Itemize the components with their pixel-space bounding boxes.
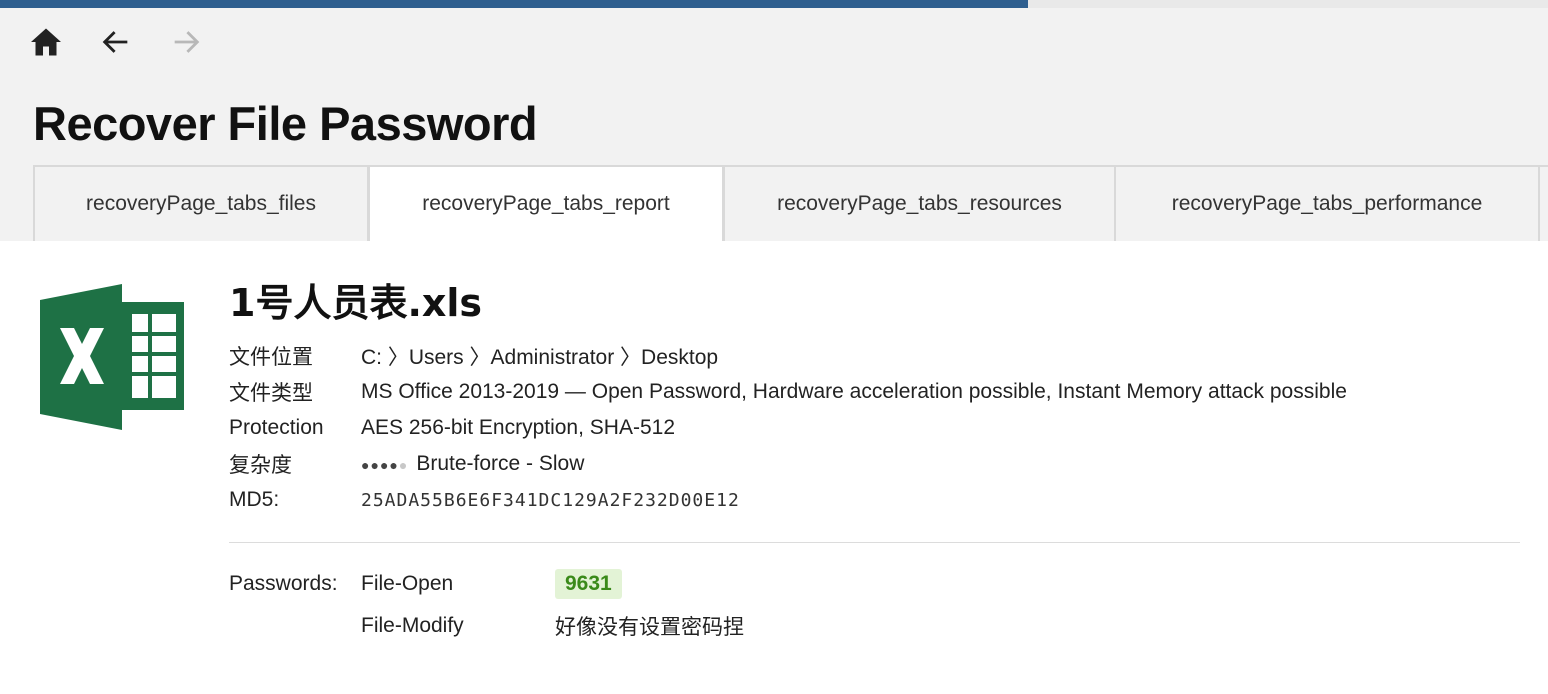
navigation-bar: [26, 22, 236, 62]
password-modify-value: 好像没有设置密码捏: [555, 615, 744, 639]
back-button[interactable]: [96, 22, 136, 62]
location-value: C: 〉Users 〉Administrator 〉Desktop: [361, 346, 719, 369]
tab-bar: recoveryPage_tabs_files recoveryPage_tab…: [0, 165, 1548, 241]
report-content: 1号人员表.xls 文件位置 C: 〉Users 〉Administrator …: [0, 241, 1548, 694]
protection-value: AES 256-bit Encryption, SHA-512: [361, 416, 675, 439]
complexity-dot: ●: [389, 457, 399, 473]
forward-button[interactable]: [166, 22, 206, 62]
complexity-dot: ●: [398, 457, 409, 473]
excel-file-icon: [40, 284, 184, 430]
tab-overflow[interactable]: [1538, 165, 1548, 241]
location-label: 文件位置: [229, 346, 313, 369]
password-type-open: File-Open: [361, 572, 454, 595]
location-row: 文件位置 C: 〉Users 〉Administrator 〉Desktop: [229, 338, 1347, 374]
tab-performance[interactable]: recoveryPage_tabs_performance: [1114, 165, 1540, 241]
tab-files[interactable]: recoveryPage_tabs_files: [33, 165, 369, 241]
type-label: 文件类型: [229, 382, 313, 405]
complexity-dot: ●: [379, 457, 390, 473]
complexity-value: Brute-force - Slow: [416, 452, 585, 475]
password-open-value[interactable]: 9631: [555, 569, 622, 599]
md5-label: MD5:: [229, 488, 280, 511]
complexity-value-wrap: ●●●●● Brute-force - Slow: [361, 452, 584, 476]
md5-value: 25ADA55B6E6F341DC129A2F232D00E12: [361, 489, 740, 511]
passwords-label: Passwords:: [229, 572, 338, 595]
tab-report[interactable]: recoveryPage_tabs_report: [368, 165, 724, 241]
tab-resources[interactable]: recoveryPage_tabs_resources: [723, 165, 1116, 241]
home-button[interactable]: [26, 22, 66, 62]
arrow-right-icon: [174, 31, 200, 53]
md5-row: MD5: 25ADA55B6E6F341DC129A2F232D00E12: [229, 482, 1347, 518]
complexity-label: 复杂度: [229, 454, 292, 477]
password-type-modify: File-Modify: [361, 614, 464, 637]
home-icon: [31, 28, 61, 56]
complexity-dot: ●: [370, 457, 380, 473]
complexity-row: 复杂度 ●●●●● Brute-force - Slow: [229, 446, 1347, 482]
file-name: 1号人员表.xls: [229, 281, 483, 325]
type-value: MS Office 2013-2019 — Open Password, Har…: [361, 380, 1347, 403]
protection-row: Protection AES 256-bit Encryption, SHA-5…: [229, 410, 1347, 446]
type-row: 文件类型 MS Office 2013-2019 — Open Password…: [229, 374, 1347, 410]
recover-file-password-page: Recover File Password recoveryPage_tabs_…: [0, 0, 1548, 694]
passwords-section: Passwords: File-Open 9631 File-Modify 好像…: [229, 563, 744, 647]
complexity-dots: ●●●●●: [361, 457, 408, 473]
divider: [229, 542, 1520, 543]
window-top-strip-right: [1028, 0, 1548, 8]
password-row-open: Passwords: File-Open 9631: [229, 563, 744, 605]
page-header: Recover File Password recoveryPage_tabs_…: [0, 8, 1548, 241]
arrow-left-icon: [102, 31, 128, 53]
password-row-modify: File-Modify 好像没有设置密码捏: [229, 605, 744, 647]
file-info: 文件位置 C: 〉Users 〉Administrator 〉Desktop 文…: [229, 338, 1347, 518]
window-top-strip: [0, 0, 1548, 8]
protection-label: Protection: [229, 416, 324, 439]
page-title: Recover File Password: [33, 97, 538, 150]
